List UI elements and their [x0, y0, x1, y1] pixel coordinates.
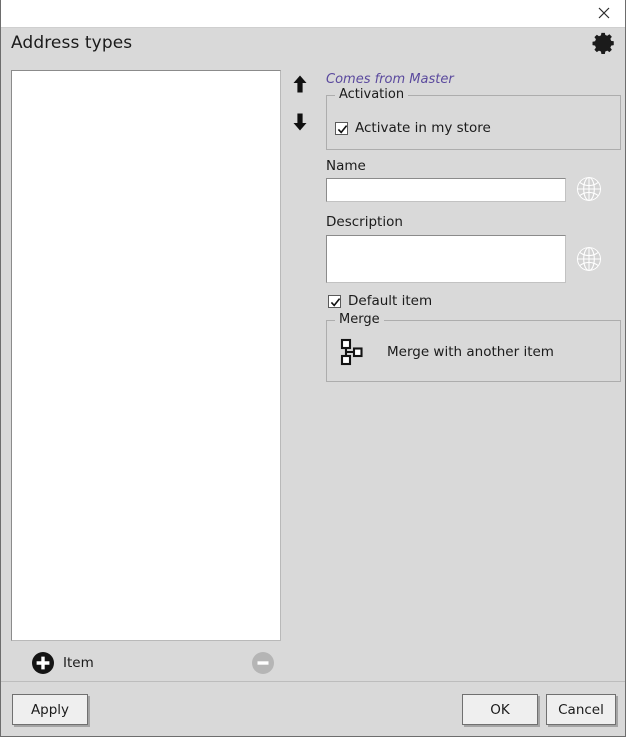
description-translate-button[interactable]	[575, 245, 603, 273]
default-item-checkbox[interactable]: Default item	[328, 293, 432, 309]
activate-in-my-store-checkbox[interactable]: Activate in my store	[335, 120, 491, 136]
name-translate-button[interactable]	[575, 175, 603, 203]
merge-group: Merge Merge with another item	[326, 312, 621, 382]
footer-separator	[1, 681, 625, 682]
activate-in-my-store-label: Activate in my store	[355, 120, 491, 136]
description-input[interactable]	[326, 235, 566, 283]
plus-circle-icon	[32, 652, 54, 674]
check-icon	[337, 124, 348, 134]
title-bar	[1, 0, 625, 28]
add-item-label: Item	[63, 655, 94, 671]
globe-icon	[576, 246, 602, 272]
check-icon	[330, 297, 341, 307]
comes-from-master-label: Comes from Master	[326, 72, 454, 87]
move-up-button[interactable]	[289, 72, 311, 96]
merge-group-title: Merge	[335, 312, 384, 327]
arrow-down-icon	[293, 113, 307, 131]
activation-group: Activation Activate in my store	[326, 87, 621, 150]
arrow-up-icon	[293, 75, 307, 93]
remove-item-button[interactable]	[251, 651, 275, 675]
ok-button[interactable]: OK	[462, 694, 538, 725]
checkbox-box	[328, 294, 341, 308]
name-label: Name	[326, 158, 366, 174]
add-item-button[interactable]: Item	[32, 651, 94, 675]
name-input[interactable]	[326, 178, 566, 202]
globe-icon	[576, 176, 602, 202]
address-types-list[interactable]	[11, 70, 281, 641]
page-title: Address types	[11, 33, 133, 53]
move-down-button[interactable]	[289, 110, 311, 134]
address-types-dialog: Address types Item Comes from Master Act…	[0, 0, 626, 737]
description-label: Description	[326, 214, 403, 230]
default-item-label: Default item	[348, 293, 433, 309]
merge-action-label: Merge with another item	[387, 344, 554, 360]
activation-group-title: Activation	[335, 87, 409, 102]
settings-button[interactable]	[591, 30, 617, 56]
apply-button[interactable]: Apply	[12, 694, 88, 725]
merge-nodes-icon	[340, 338, 363, 366]
merge-with-another-item-button[interactable]: Merge with another item	[339, 337, 554, 367]
close-button[interactable]	[587, 0, 621, 26]
gear-icon	[592, 32, 614, 55]
close-icon	[598, 7, 610, 19]
checkbox-box	[335, 121, 348, 135]
cancel-button[interactable]: Cancel	[546, 694, 616, 725]
minus-circle-icon	[252, 652, 274, 674]
